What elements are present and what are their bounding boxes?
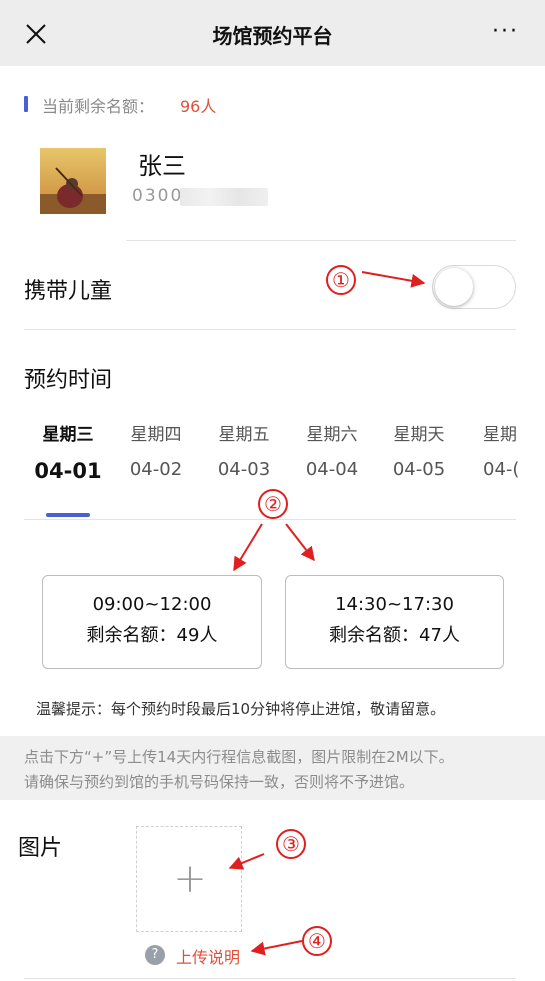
annotation-3: ③ <box>276 829 306 859</box>
arrow-2a <box>233 523 263 572</box>
arrow-4 <box>250 940 303 956</box>
arrow-1 <box>361 271 426 288</box>
arrow-2b <box>285 523 315 562</box>
arrow-3 <box>228 853 265 870</box>
annotation-4: ④ <box>302 926 332 956</box>
annotation-1: ① <box>326 265 356 295</box>
annotation-2: ② <box>258 489 288 519</box>
